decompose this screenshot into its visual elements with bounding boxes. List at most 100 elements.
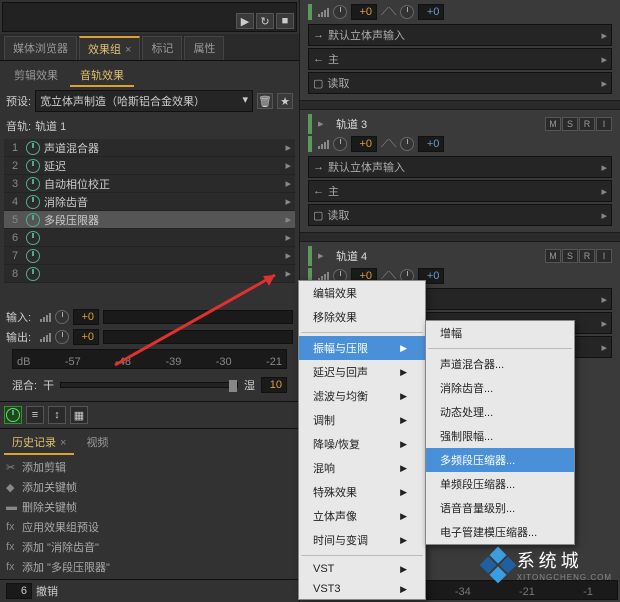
submenu-multiband-compressor[interactable]: 多频段压缩器...	[426, 448, 574, 472]
power-icon[interactable]	[26, 159, 40, 173]
tab-media-browser[interactable]: 媒体浏览器	[4, 36, 77, 60]
preview-panel: ▶ ↻ ■	[2, 2, 297, 32]
history-item[interactable]: ▬删除关键帧	[4, 497, 295, 517]
fx-slot[interactable]: 8▸	[4, 265, 295, 283]
expand-icon[interactable]: ▸	[318, 117, 332, 131]
fx-slot[interactable]: 6▸	[4, 229, 295, 247]
volume-value[interactable]: +0	[351, 4, 377, 20]
fx-slot[interactable]: 5多段压限器▸	[4, 211, 295, 229]
tab-properties[interactable]: 属性	[184, 36, 224, 60]
menu-reverb[interactable]: 混响▶	[299, 456, 425, 480]
delete-preset-icon[interactable]: 🗑	[257, 93, 273, 109]
subtab-track-fx[interactable]: 音轨效果	[70, 65, 134, 87]
output-gain-knob[interactable]	[55, 330, 69, 344]
subtab-clip-fx[interactable]: 剪辑效果	[4, 65, 68, 87]
power-icon[interactable]	[26, 231, 40, 245]
loop-button[interactable]: ↻	[256, 13, 274, 29]
mix-slider[interactable]	[60, 382, 238, 388]
power-icon[interactable]	[26, 141, 40, 155]
volume-value[interactable]: +0	[351, 136, 377, 152]
submenu-channel-mixer[interactable]: 声道混合器...	[426, 352, 574, 376]
undo-label: 撤销	[36, 583, 58, 599]
input-gain-value[interactable]: +0	[73, 309, 99, 325]
submenu-gain[interactable]: 增幅	[426, 321, 574, 345]
expand-icon[interactable]: ▸	[318, 249, 332, 263]
input-gain-knob[interactable]	[55, 310, 69, 324]
fx-slot[interactable]: 7▸	[4, 247, 295, 265]
power-icon[interactable]	[26, 177, 40, 191]
pan-value[interactable]: +0	[418, 4, 444, 20]
history-item[interactable]: ◆添加关键帧	[4, 477, 295, 497]
context-menu: 编辑效果 移除效果 振幅与压限▶ 延迟与回声▶ 滤波与均衡▶ 调制▶ 降噪/恢复…	[298, 280, 426, 600]
record-button[interactable]: R	[579, 249, 595, 263]
history-item[interactable]: fx应用效果组预设	[4, 517, 295, 537]
track-bus-select[interactable]: ←主▸	[308, 48, 612, 70]
track-name[interactable]: 轨道 3	[336, 116, 541, 132]
solo-button[interactable]: S	[562, 117, 578, 131]
tab-video[interactable]: 视频	[78, 431, 116, 455]
favorite-icon[interactable]: ★	[277, 93, 293, 109]
tool-button[interactable]: ▦	[70, 406, 88, 424]
submenu-hard-limiter[interactable]: 强制限幅...	[426, 424, 574, 448]
volume-knob[interactable]	[333, 5, 347, 19]
tool-button[interactable]: ≡	[26, 406, 44, 424]
play-button[interactable]: ▶	[236, 13, 254, 29]
tab-effects-rack[interactable]: 效果组×	[79, 36, 140, 60]
tab-markers[interactable]: 标记	[142, 36, 182, 60]
submenu-singleband-compressor[interactable]: 单频段压缩器...	[426, 472, 574, 496]
fx-slot[interactable]: 3自动相位校正▸	[4, 175, 295, 193]
menu-special[interactable]: 特殊效果▶	[299, 480, 425, 504]
track-automation-select[interactable]: ▢读取▸	[308, 72, 612, 94]
rack-power-button[interactable]	[4, 406, 22, 424]
menu-amplitude[interactable]: 振幅与压限▶	[299, 336, 425, 360]
track-input-select[interactable]: →默认立体声输入▸	[308, 24, 612, 46]
menu-stereo[interactable]: 立体声像▶	[299, 504, 425, 528]
fx-slot[interactable]: 1声道混合器▸	[4, 139, 295, 157]
track-input-select[interactable]: →默认立体声输入▸	[308, 156, 612, 178]
power-icon[interactable]	[26, 267, 40, 281]
history-item[interactable]: fx添加 "多段压限器"	[4, 557, 295, 577]
power-icon[interactable]	[26, 195, 40, 209]
input-monitor-button[interactable]: I	[596, 249, 612, 263]
history-item[interactable]: fx添加 "消除齿音"	[4, 537, 295, 557]
submenu-deesser[interactable]: 消除齿音...	[426, 376, 574, 400]
mute-button[interactable]: M	[545, 117, 561, 131]
power-icon[interactable]	[26, 249, 40, 263]
record-button[interactable]: R	[579, 117, 595, 131]
level-icon	[318, 7, 329, 17]
history-item[interactable]: ✂添加剪辑	[4, 457, 295, 477]
volume-knob[interactable]	[333, 137, 347, 151]
menu-remove-effect[interactable]: 移除效果	[299, 305, 425, 329]
menu-vst[interactable]: VST▶	[299, 559, 425, 579]
menu-edit-effect[interactable]: 编辑效果	[299, 281, 425, 305]
tool-button[interactable]: ↕	[48, 406, 66, 424]
menu-filter-eq[interactable]: 滤波与均衡▶	[299, 384, 425, 408]
submenu-tube-compressor[interactable]: 电子管建模压缩器...	[426, 520, 574, 544]
mix-value[interactable]: 10	[261, 377, 287, 393]
pan-value[interactable]: +0	[418, 136, 444, 152]
pan-knob[interactable]	[400, 137, 414, 151]
close-icon[interactable]: ×	[125, 44, 131, 56]
fx-slot[interactable]: 4消除齿音▸	[4, 193, 295, 211]
submenu-dynamics[interactable]: 动态处理...	[426, 400, 574, 424]
menu-delay-echo[interactable]: 延迟与回声▶	[299, 360, 425, 384]
output-gain-value[interactable]: +0	[73, 329, 99, 345]
submenu-speech-volume[interactable]: 语音音量级别...	[426, 496, 574, 520]
preset-dropdown[interactable]: 宽立体声制造（哈斯铝合金效果）▾	[35, 90, 253, 112]
input-monitor-button[interactable]: I	[596, 117, 612, 131]
mute-button[interactable]: M	[545, 249, 561, 263]
stop-button[interactable]: ■	[276, 13, 294, 29]
menu-noise-reduction[interactable]: 降噪/恢复▶	[299, 432, 425, 456]
solo-button[interactable]: S	[562, 249, 578, 263]
track-automation-select[interactable]: ▢读取▸	[308, 204, 612, 226]
fx-slot[interactable]: 2延迟▸	[4, 157, 295, 175]
menu-vst3[interactable]: VST3▶	[299, 579, 425, 599]
power-icon[interactable]	[26, 213, 40, 227]
menu-time-pitch[interactable]: 时间与变调▶	[299, 528, 425, 552]
pan-knob[interactable]	[400, 5, 414, 19]
track-name[interactable]: 轨道 4	[336, 248, 541, 264]
tab-history[interactable]: 历史记录×	[4, 431, 74, 455]
track-bus-select[interactable]: ←主▸	[308, 180, 612, 202]
menu-modulation[interactable]: 调制▶	[299, 408, 425, 432]
history-list: ✂添加剪辑 ◆添加关键帧 ▬删除关键帧 fx应用效果组预设 fx添加 "消除齿音…	[0, 455, 299, 579]
